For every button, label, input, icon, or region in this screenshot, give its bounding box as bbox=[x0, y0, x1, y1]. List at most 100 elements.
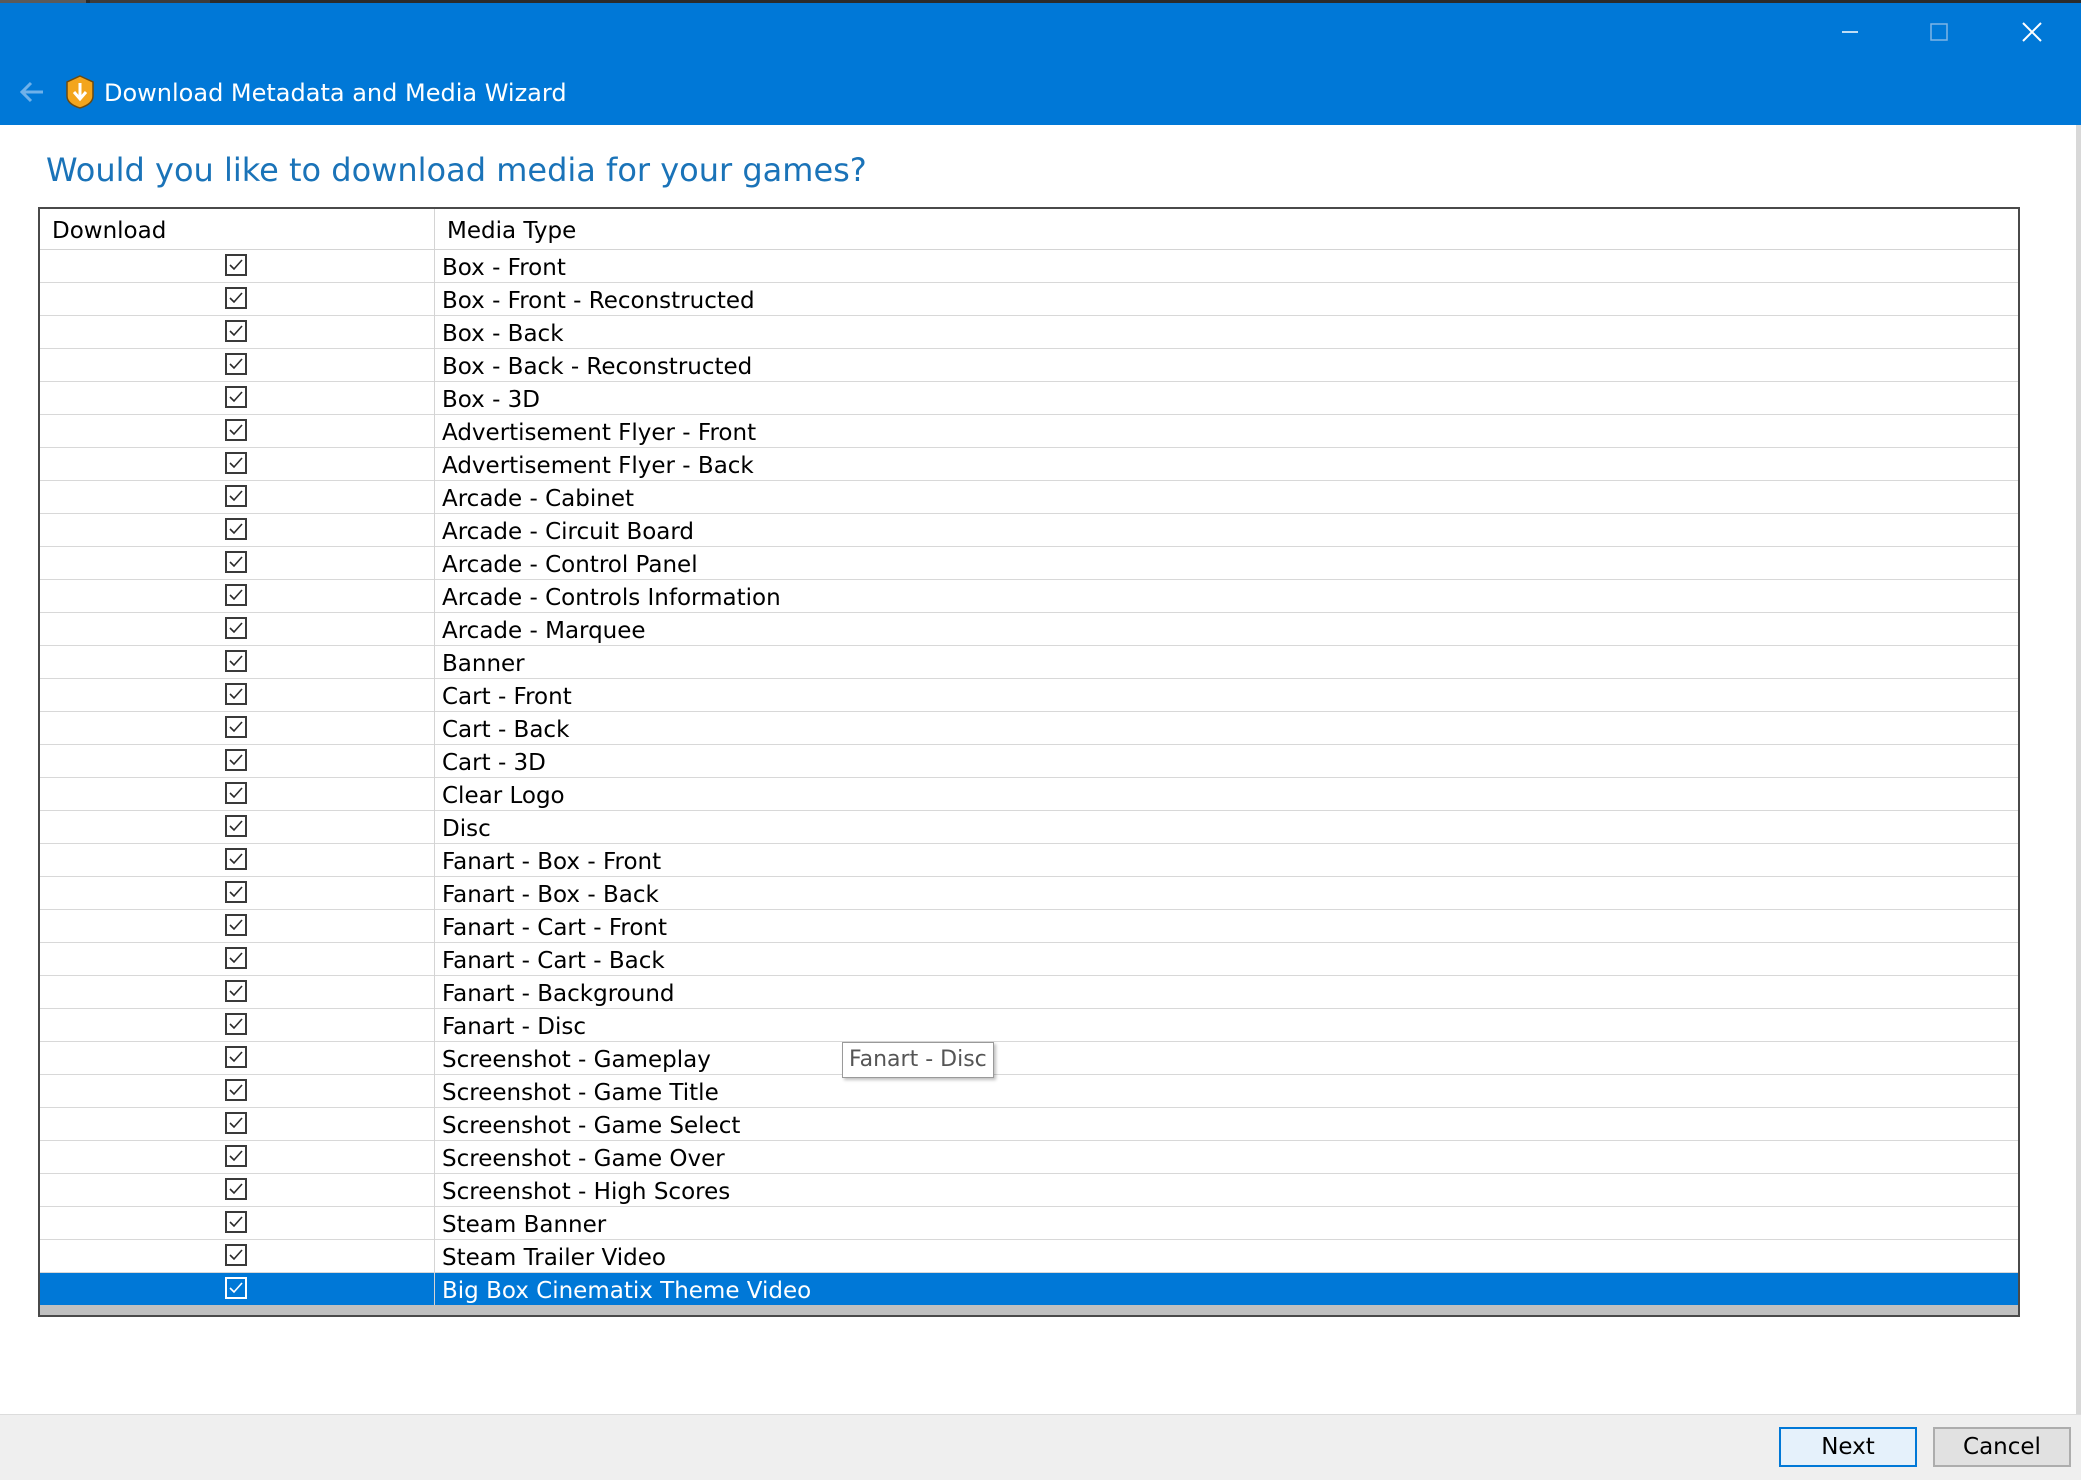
window-title: Download Metadata and Media Wizard bbox=[104, 79, 567, 107]
checkmark-icon bbox=[229, 853, 243, 865]
table-row[interactable]: Arcade - Marquee bbox=[40, 613, 2018, 646]
download-checkbox[interactable] bbox=[225, 452, 247, 474]
media-type-label: Arcade - Controls Information bbox=[442, 585, 781, 611]
download-checkbox[interactable] bbox=[225, 815, 247, 837]
minimize-button[interactable] bbox=[1806, 8, 1894, 56]
download-checkbox[interactable] bbox=[225, 518, 247, 540]
download-checkbox[interactable] bbox=[225, 584, 247, 606]
checkmark-icon bbox=[229, 655, 243, 667]
download-checkbox[interactable] bbox=[225, 320, 247, 342]
download-checkbox[interactable] bbox=[225, 1277, 247, 1299]
media-type-label: Steam Banner bbox=[442, 1212, 607, 1238]
table-row[interactable]: Box - Back - Reconstructed bbox=[40, 349, 2018, 382]
download-checkbox[interactable] bbox=[225, 1178, 247, 1200]
download-checkbox[interactable] bbox=[225, 1046, 247, 1068]
download-checkbox[interactable] bbox=[225, 617, 247, 639]
checkmark-icon bbox=[229, 457, 243, 469]
checkmark-icon bbox=[229, 556, 243, 568]
checkmark-icon bbox=[229, 886, 243, 898]
table-row[interactable]: Cart - 3D bbox=[40, 745, 2018, 778]
table-row[interactable]: Screenshot - Game Title bbox=[40, 1075, 2018, 1108]
checkmark-icon bbox=[229, 787, 243, 799]
checkmark-icon bbox=[229, 325, 243, 337]
table-row[interactable]: Screenshot - High Scores bbox=[40, 1174, 2018, 1207]
download-checkbox[interactable] bbox=[225, 848, 247, 870]
table-row[interactable]: Screenshot - Game Over bbox=[40, 1141, 2018, 1174]
media-type-label: Screenshot - Game Over bbox=[442, 1146, 725, 1172]
media-type-label: Box - 3D bbox=[442, 387, 541, 413]
table-row[interactable]: Screenshot - Game Select bbox=[40, 1108, 2018, 1141]
download-checkbox[interactable] bbox=[225, 1112, 247, 1134]
column-header-media-type[interactable]: Media Type bbox=[447, 209, 576, 249]
checkmark-icon bbox=[229, 391, 243, 403]
download-checkbox[interactable] bbox=[225, 353, 247, 375]
table-row[interactable]: Clear Logo bbox=[40, 778, 2018, 811]
download-checkbox[interactable] bbox=[225, 650, 247, 672]
table-row[interactable]: Fanart - Disc bbox=[40, 1009, 2018, 1042]
table-row[interactable]: Big Box Cinematix Theme Video bbox=[40, 1273, 2018, 1306]
minimize-icon bbox=[1842, 31, 1858, 33]
table-row[interactable]: Screenshot - Gameplay bbox=[40, 1042, 2018, 1075]
download-checkbox[interactable] bbox=[225, 914, 247, 936]
checkmark-icon bbox=[229, 292, 243, 304]
table-row[interactable]: Fanart - Box - Back bbox=[40, 877, 2018, 910]
table-row[interactable]: Cart - Back bbox=[40, 712, 2018, 745]
table-row[interactable]: Fanart - Cart - Front bbox=[40, 910, 2018, 943]
download-checkbox[interactable] bbox=[225, 1145, 247, 1167]
download-checkbox[interactable] bbox=[225, 881, 247, 903]
download-checkbox[interactable] bbox=[225, 1244, 247, 1266]
download-checkbox[interactable] bbox=[225, 254, 247, 276]
download-checkbox[interactable] bbox=[225, 1079, 247, 1101]
table-row[interactable]: Fanart - Box - Front bbox=[40, 844, 2018, 877]
close-button[interactable] bbox=[1988, 8, 2076, 56]
download-checkbox[interactable] bbox=[225, 419, 247, 441]
download-checkbox[interactable] bbox=[225, 386, 247, 408]
download-checkbox[interactable] bbox=[225, 947, 247, 969]
table-row[interactable]: Box - 3D bbox=[40, 382, 2018, 415]
table-row[interactable]: Box - Front - Reconstructed bbox=[40, 283, 2018, 316]
column-header-download[interactable]: Download bbox=[52, 209, 166, 249]
table-row[interactable]: Box - Back bbox=[40, 316, 2018, 349]
maximize-button[interactable] bbox=[1895, 8, 1983, 56]
media-types-grid[interactable]: Download Media Type Box - Front Box - Fro… bbox=[38, 207, 2020, 1317]
download-checkbox[interactable] bbox=[225, 716, 247, 738]
column-divider bbox=[434, 209, 435, 1315]
media-type-label: Arcade - Marquee bbox=[442, 618, 646, 644]
tooltip: Fanart - Disc bbox=[842, 1042, 994, 1078]
media-type-label: Screenshot - High Scores bbox=[442, 1179, 731, 1205]
table-row[interactable]: Steam Banner bbox=[40, 1207, 2018, 1240]
download-checkbox[interactable] bbox=[225, 980, 247, 1002]
media-type-label: Cart - Front bbox=[442, 684, 572, 710]
next-button[interactable]: Next bbox=[1779, 1427, 1917, 1467]
table-row[interactable]: Fanart - Cart - Back bbox=[40, 943, 2018, 976]
table-row[interactable]: Advertisement Flyer - Back bbox=[40, 448, 2018, 481]
checkmark-icon bbox=[229, 589, 243, 601]
media-type-label: Arcade - Circuit Board bbox=[442, 519, 695, 545]
table-row[interactable]: Arcade - Circuit Board bbox=[40, 514, 2018, 547]
window-edge bbox=[2076, 125, 2081, 1414]
table-row[interactable]: Arcade - Control Panel bbox=[40, 547, 2018, 580]
table-row[interactable]: Advertisement Flyer - Front bbox=[40, 415, 2018, 448]
download-checkbox[interactable] bbox=[225, 287, 247, 309]
media-type-label: Arcade - Control Panel bbox=[442, 552, 698, 578]
download-checkbox[interactable] bbox=[225, 749, 247, 771]
download-checkbox[interactable] bbox=[225, 551, 247, 573]
checkmark-icon bbox=[229, 1018, 243, 1030]
media-type-label: Fanart - Background bbox=[442, 981, 675, 1007]
table-row[interactable]: Box - Front bbox=[40, 250, 2018, 283]
table-row[interactable]: Arcade - Cabinet bbox=[40, 481, 2018, 514]
download-checkbox[interactable] bbox=[225, 1013, 247, 1035]
table-row[interactable]: Disc bbox=[40, 811, 2018, 844]
table-row[interactable]: Banner bbox=[40, 646, 2018, 679]
table-row[interactable]: Steam Trailer Video bbox=[40, 1240, 2018, 1273]
back-button[interactable] bbox=[14, 74, 50, 110]
media-type-label: Advertisement Flyer - Front bbox=[442, 420, 757, 446]
download-checkbox[interactable] bbox=[225, 683, 247, 705]
table-row[interactable]: Arcade - Controls Information bbox=[40, 580, 2018, 613]
table-row[interactable]: Cart - Front bbox=[40, 679, 2018, 712]
download-checkbox[interactable] bbox=[225, 782, 247, 804]
download-checkbox[interactable] bbox=[225, 1211, 247, 1233]
table-row[interactable]: Fanart - Background bbox=[40, 976, 2018, 1009]
cancel-button[interactable]: Cancel bbox=[1933, 1427, 2071, 1467]
download-checkbox[interactable] bbox=[225, 485, 247, 507]
